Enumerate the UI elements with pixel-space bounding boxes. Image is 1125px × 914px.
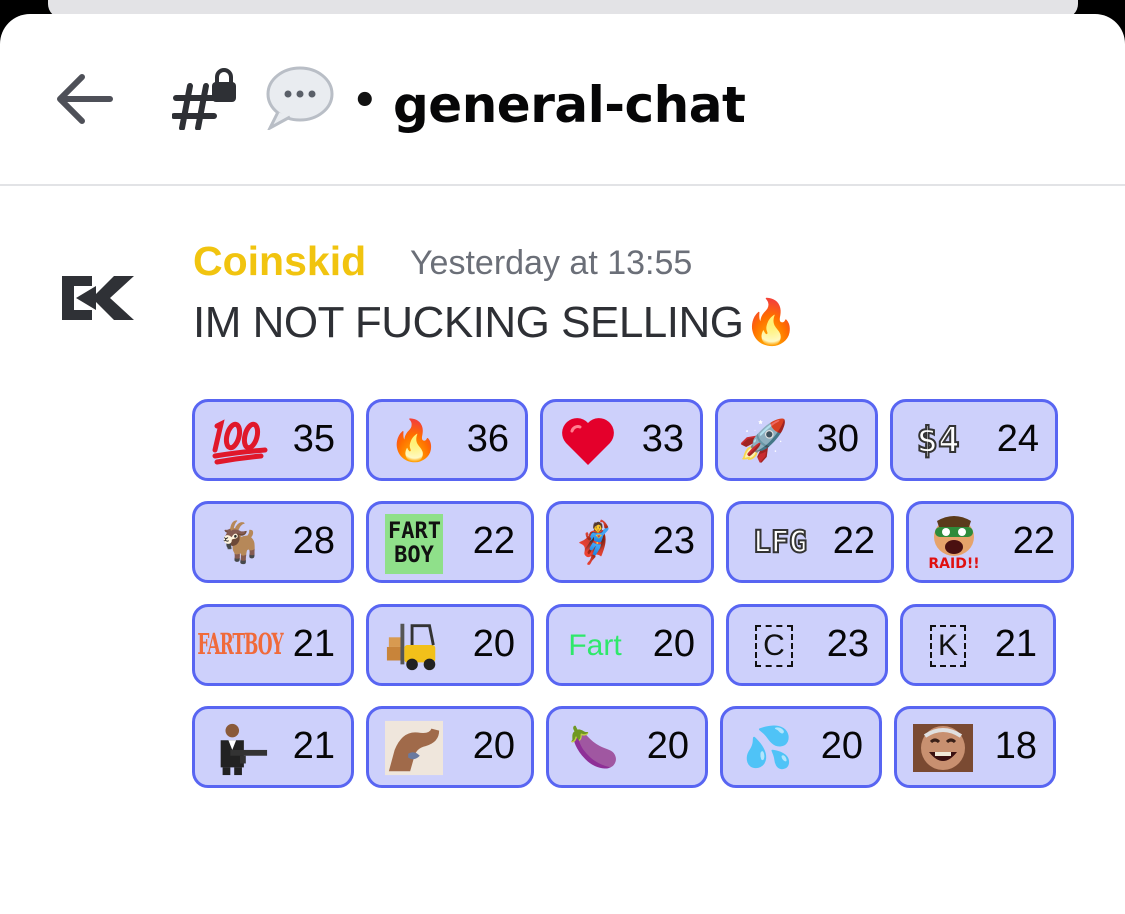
reaction-count: 18 (994, 725, 1037, 767)
reaction-count: 20 (646, 725, 689, 767)
laughing-man-icon (913, 719, 973, 777)
user-avatar-logo-icon[interactable] (62, 272, 136, 324)
reaction-count: 23 (826, 623, 869, 665)
reaction-button[interactable]: FART BOY 22 (366, 501, 534, 583)
fart-label: Fart (568, 629, 622, 662)
reaction-button[interactable]: C 23 (726, 604, 888, 686)
reaction-count: 21 (292, 623, 335, 665)
reaction-button[interactable]: FARTBOY 21 (192, 604, 354, 686)
reaction-count: 33 (641, 418, 684, 460)
message-content: IM NOT FUCKING SELLING🔥 (193, 296, 798, 348)
channel-header: • general-chat (0, 14, 1125, 186)
lfg-label: LFG (752, 525, 808, 560)
reaction-button[interactable]: 🐐 28 (192, 501, 354, 583)
letter-c-label: C (755, 625, 793, 667)
raid-label: RAID!! (928, 556, 980, 572)
reaction-count: 20 (820, 725, 863, 767)
eggplant-icon: 🍆 (569, 725, 619, 771)
reaction-button[interactable]: 20 (366, 604, 534, 686)
reaction-button[interactable]: RAID!! 22 (906, 501, 1074, 583)
message-text: IM NOT FUCKING SELLING (193, 298, 744, 347)
reaction-button[interactable]: LFG 22 (726, 501, 894, 583)
letter-c-icon: C (745, 617, 803, 675)
gunman-icon (211, 719, 269, 777)
locked-text-channel-icon (172, 68, 236, 130)
reaction-button[interactable]: K 21 (900, 604, 1056, 686)
reaction-count: 30 (816, 418, 859, 460)
reaction-count: 36 (466, 418, 509, 460)
arrow-left-icon (57, 74, 113, 124)
reaction-count: 20 (472, 623, 515, 665)
separator-dot: • (352, 78, 378, 124)
reaction-button[interactable]: 21 (192, 706, 354, 788)
reaction-count: 20 (652, 623, 695, 665)
fartboy-label: FARTBOY (197, 628, 283, 663)
reaction-button[interactable]: 🦸 23 (546, 501, 714, 583)
fartboy-text-icon: FARTBOY (197, 617, 283, 675)
rocket-icon: 🚀 (738, 418, 788, 464)
lfg-icon: LFG (745, 514, 815, 572)
message-author[interactable]: Coinskid (193, 238, 366, 285)
reaction-count: 23 (652, 520, 695, 562)
speech-bubble-icon (266, 66, 334, 130)
reaction-button[interactable]: 🚀 30 (715, 399, 878, 481)
reaction-count: 28 (292, 520, 335, 562)
reaction-count: 22 (832, 520, 875, 562)
hundred-points-icon (211, 412, 269, 470)
channel-title: general-chat (393, 76, 746, 134)
reaction-button[interactable]: $4 24 (890, 399, 1058, 481)
reaction-count: 22 (472, 520, 515, 562)
forklift-icon (385, 617, 443, 675)
reaction-count: 20 (472, 725, 515, 767)
reaction-button[interactable]: 35 (192, 399, 354, 481)
fart-boy-sticker-icon: FART BOY (385, 514, 443, 574)
reaction-button[interactable]: 🍆 20 (546, 706, 708, 788)
reaction-count: 22 (1012, 520, 1055, 562)
raid-face-icon: RAID!! (925, 514, 983, 572)
letter-k-icon: K (919, 617, 977, 675)
fire-emoji-icon: 🔥 (743, 298, 799, 347)
fart-boy-sticker-label: FART BOY (388, 519, 441, 568)
red-heart-icon (559, 412, 617, 470)
superhero-kid-icon: 🦸 (569, 520, 619, 566)
fire-icon: 🔥 (389, 418, 439, 464)
reaction-button[interactable]: 33 (540, 399, 703, 481)
reaction-button[interactable]: 20 (366, 706, 534, 788)
reaction-count: 24 (996, 418, 1039, 460)
reaction-button[interactable]: Fart 20 (546, 604, 714, 686)
message-timestamp: Yesterday at 13:55 (410, 244, 693, 282)
reaction-count: 21 (994, 623, 1037, 665)
reaction-count: 21 (292, 725, 335, 767)
fart-text-icon: Fart (563, 617, 627, 675)
dollar-4-label: $4 (915, 420, 960, 461)
sweat-droplets-icon: 💦 (743, 725, 793, 771)
reaction-button[interactable]: 🔥 36 (366, 399, 528, 481)
reaction-button[interactable]: 18 (894, 706, 1056, 788)
goat-icon: 🐐 (215, 520, 265, 566)
flexed-arm-icon (385, 719, 443, 777)
back-button[interactable] (50, 69, 120, 129)
reaction-button[interactable]: 💦 20 (720, 706, 882, 788)
reaction-count: 35 (292, 418, 335, 460)
dollar-4-icon: $4 (909, 412, 967, 470)
letter-k-label: K (929, 625, 966, 667)
